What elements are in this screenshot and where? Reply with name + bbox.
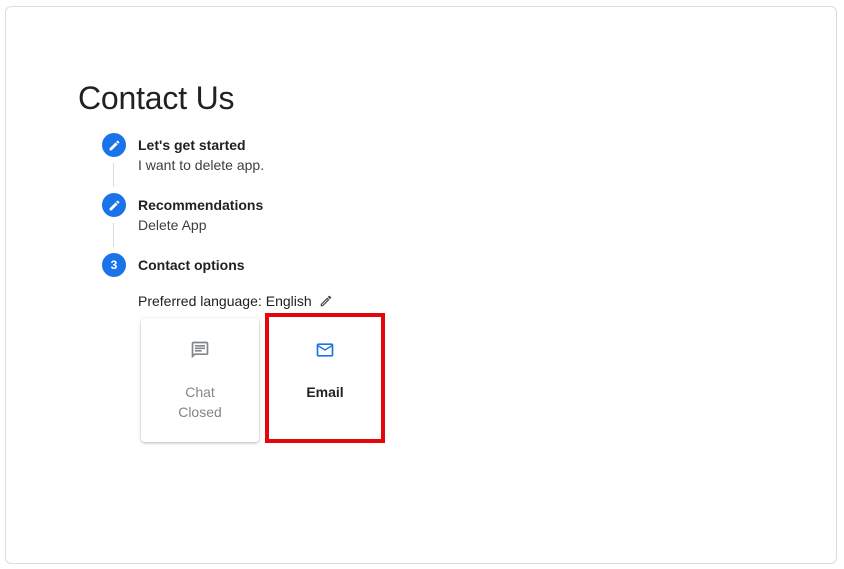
step-lets-get-started[interactable]: Let's get started I want to delete app.: [102, 133, 502, 177]
preferred-language-label: Preferred language:: [138, 293, 262, 309]
page-title: Contact Us: [78, 80, 235, 116]
step-title: Recommendations: [138, 197, 264, 213]
step-title: Contact options: [138, 257, 245, 273]
step-subtitle: Delete App: [138, 217, 207, 233]
edit-language-button[interactable]: [318, 293, 334, 309]
chat-option-label: Chat Closed: [178, 382, 222, 422]
chat-label: Chat: [185, 384, 215, 400]
pencil-icon: [109, 140, 119, 150]
step-recommendations[interactable]: Recommendations Delete App: [102, 193, 502, 237]
step-contact-options: 3 Contact options: [102, 253, 502, 279]
chat-icon: [189, 340, 211, 360]
chat-status: Closed: [178, 404, 222, 420]
preferred-language-value: English: [265, 293, 312, 309]
preferred-language: Preferred language: English: [138, 292, 334, 310]
email-option-label: Email: [306, 384, 344, 400]
step-connector: [113, 163, 114, 187]
chat-option-card: Chat Closed: [141, 318, 259, 442]
step-3-indicator: 3: [102, 253, 126, 277]
step-connector: [113, 223, 114, 247]
step-1-indicator: [102, 133, 126, 157]
pencil-icon: [109, 200, 119, 210]
step-2-indicator: [102, 193, 126, 217]
step-title: Let's get started: [138, 137, 246, 153]
step-subtitle: I want to delete app.: [138, 157, 265, 173]
email-option-card[interactable]: Email: [266, 318, 384, 442]
pencil-icon: [320, 295, 331, 307]
mail-icon: [314, 340, 336, 360]
